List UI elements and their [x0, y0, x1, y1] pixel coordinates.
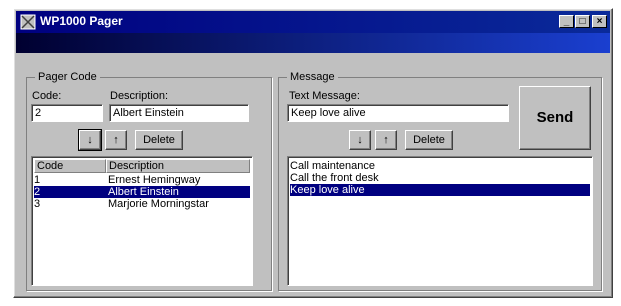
delete-code-button[interactable]: Delete — [135, 130, 183, 150]
text-message-label: Text Message: — [289, 90, 360, 102]
arrow-down-icon: ↓ — [357, 134, 363, 146]
list-item[interactable]: 3 Marjorie Morningstar — [34, 198, 250, 210]
close-button[interactable]: × — [592, 15, 607, 28]
header-band — [16, 33, 610, 53]
row-code: 3 — [34, 198, 41, 210]
message-list[interactable]: Call maintenance Call the front desk Kee… — [287, 156, 593, 286]
arrow-up-icon: ↑ — [113, 134, 119, 146]
message-list-item[interactable]: Call the front desk — [290, 172, 590, 184]
pager-code-group-label: Pager Code — [35, 71, 100, 83]
message-list-item-selected[interactable]: Keep love alive — [290, 184, 590, 196]
list-item[interactable]: 1 Ernest Hemingway — [34, 174, 250, 186]
text-message-field[interactable]: Keep love alive — [287, 104, 509, 122]
message-list-item[interactable]: Call maintenance — [290, 160, 590, 172]
title-bar[interactable]: WP1000 Pager _ □ × — [16, 11, 610, 33]
pager-app-icon — [20, 14, 36, 30]
description-field[interactable]: Albert Einstein — [109, 104, 249, 122]
column-header-code[interactable]: Code — [34, 159, 106, 173]
message-group-label: Message — [287, 71, 338, 83]
row-code: 2 — [34, 186, 41, 198]
window-title: WP1000 Pager — [40, 14, 123, 28]
list-item-selected[interactable]: 2 Albert Einstein — [34, 186, 250, 198]
code-field[interactable]: 2 — [31, 104, 103, 122]
move-down-button[interactable]: ↓ — [78, 129, 102, 151]
send-button[interactable]: Send — [519, 86, 591, 150]
row-code: 1 — [34, 174, 41, 186]
arrow-down-icon: ↓ — [87, 134, 93, 146]
move-up-button[interactable]: ↑ — [105, 130, 127, 150]
row-description: Marjorie Morningstar — [108, 198, 209, 210]
column-header-description[interactable]: Description — [106, 159, 250, 173]
row-description: Albert Einstein — [108, 186, 179, 198]
message-move-up-button[interactable]: ↑ — [375, 130, 397, 150]
pager-code-group: Pager Code Code: Description: 2 Albert E… — [26, 71, 272, 291]
code-label: Code: — [32, 90, 62, 102]
description-label: Description: — [110, 90, 169, 102]
minimize-button[interactable]: _ — [559, 15, 574, 28]
delete-message-button[interactable]: Delete — [405, 130, 453, 150]
row-description: Ernest Hemingway — [108, 174, 201, 186]
main-window: WP1000 Pager _ □ × Pager Code Code: Desc… — [13, 8, 613, 298]
maximize-button[interactable]: □ — [575, 15, 590, 28]
message-group: Message Text Message: Keep love alive Se… — [278, 71, 602, 291]
arrow-up-icon: ↑ — [383, 134, 389, 146]
pager-code-list[interactable]: Code Description 1 Ernest Hemingway 2 Al… — [31, 156, 253, 286]
message-move-down-button[interactable]: ↓ — [349, 130, 371, 150]
